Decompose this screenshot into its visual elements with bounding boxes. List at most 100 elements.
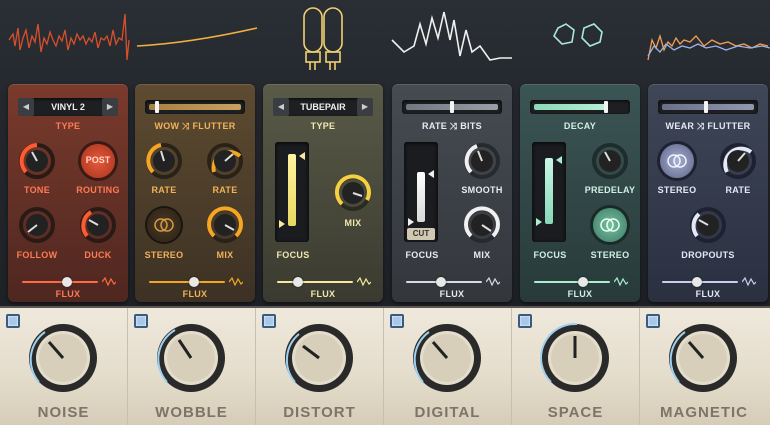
noise-type-value: VINYL 2 (51, 102, 85, 112)
digital-panel: RATE ⤨ BITS CUT FOCUS SMOOTH MIX FLUX (392, 84, 512, 302)
module-name: DIGITAL (414, 404, 481, 421)
space-amount-knob[interactable] (539, 322, 611, 394)
space-stereo-button[interactable] (593, 208, 627, 242)
distort-flux-label: FLUX (310, 289, 336, 299)
digital-focus-slider[interactable]: CUT (404, 142, 438, 242)
magnetic-panel: WEAR ⤨ FLUTTER STEREO RATE DROPOUTS FLUX (648, 84, 768, 302)
wobble-mix-label: MIX (216, 250, 234, 260)
wow-flutter-slider[interactable] (145, 100, 245, 114)
wobble-amount-knob[interactable] (155, 322, 227, 394)
dropouts-label: DROPOUTS (681, 250, 735, 260)
distort-enable-toggle[interactable] (262, 314, 276, 328)
module-magnetic: MAGNETIC (640, 308, 768, 425)
flutter-label: FLUTTER (192, 121, 236, 131)
wobble-flux-slider[interactable] (149, 277, 243, 287)
wobble-stereo-label: STEREO (144, 250, 184, 260)
magnetic-flux-slider[interactable] (662, 277, 756, 287)
module-name: MAGNETIC (660, 404, 748, 421)
decay-label: DECAY (563, 121, 597, 131)
digital-flux-label: FLUX (439, 289, 465, 299)
noise-flux-slider[interactable] (22, 277, 116, 287)
space-focus-slider[interactable] (532, 142, 566, 242)
wave-icon (357, 277, 371, 287)
digital-mix-knob[interactable] (463, 206, 501, 244)
wobble-mix-knob[interactable] (206, 206, 244, 244)
module-name: SPACE (547, 404, 604, 421)
cut-button[interactable]: CUT (407, 228, 435, 240)
rate-label: RATE (422, 121, 448, 131)
stereo-icon (667, 154, 687, 168)
crossfade-icon: ⤨ (697, 121, 705, 131)
module-name: WOBBLE (155, 404, 228, 421)
space-visualizer (553, 23, 603, 47)
module-digital: DIGITAL (384, 308, 512, 425)
rate-bits-slider[interactable] (402, 100, 502, 114)
wow-label: WOW (154, 121, 180, 131)
next-arrow-icon[interactable]: ▶ (357, 98, 373, 116)
module-noise: NOISE (0, 308, 128, 425)
duck-knob[interactable] (79, 206, 117, 244)
flutter-rate-knob[interactable] (206, 142, 244, 180)
magnetic-rate-knob[interactable] (719, 142, 757, 180)
smooth-knob[interactable] (463, 142, 501, 180)
space-flux-slider[interactable] (534, 277, 628, 287)
wobble-enable-toggle[interactable] (134, 314, 148, 328)
flutter-label: FLUTTER (707, 121, 751, 131)
magnetic-visualizer (647, 33, 770, 61)
wobble-stereo-button[interactable] (147, 208, 181, 242)
prev-arrow-icon[interactable]: ◀ (273, 98, 289, 116)
wear-label: WEAR (665, 121, 695, 131)
wobble-visualizer (136, 27, 258, 47)
magnetic-enable-toggle[interactable] (646, 314, 660, 328)
wow-flutter-label: WOW ⤨ FLUTTER (135, 121, 255, 132)
space-focus-label: FOCUS (533, 250, 567, 260)
bits-label: BITS (460, 121, 482, 131)
module-wobble: WOBBLE (128, 308, 256, 425)
distort-panel: ◀ TUBEPAIR ▶ TYPE FOCUS MIX FLUX (263, 84, 383, 302)
flutter-rate-label: RATE (212, 185, 238, 195)
next-arrow-icon[interactable]: ▶ (102, 98, 118, 116)
predelay-knob[interactable] (591, 142, 629, 180)
space-panel: DECAY FOCUS PREDELAY STEREO FLUX (520, 84, 640, 302)
duck-label: DUCK (84, 250, 112, 260)
distort-focus-slider[interactable] (275, 142, 309, 242)
distort-flux-slider[interactable] (277, 277, 371, 287)
follow-knob[interactable] (18, 206, 56, 244)
space-stereo-label: STEREO (590, 250, 630, 260)
distort-mix-knob[interactable] (334, 174, 372, 212)
noise-amount-knob[interactable] (27, 322, 99, 394)
distort-type-selector[interactable]: ◀ TUBEPAIR ▶ (273, 98, 373, 116)
digital-visualizer (391, 11, 512, 61)
wear-flutter-slider[interactable] (658, 100, 758, 114)
wobble-panel: WOW ⤨ FLUTTER RATE RATE STEREO MIX FLUX (135, 84, 255, 302)
magnetic-stereo-button[interactable] (660, 144, 694, 178)
magnetic-stereo-label: STEREO (657, 185, 697, 195)
wow-rate-knob[interactable] (145, 142, 183, 180)
module-name: NOISE (37, 404, 90, 421)
noise-type-selector[interactable]: ◀ VINYL 2 ▶ (18, 98, 118, 116)
wave-icon (486, 277, 500, 287)
wave-icon (614, 277, 628, 287)
wow-rate-label: RATE (151, 185, 177, 195)
space-flux-label: FLUX (567, 289, 593, 299)
module-distort: DISTORT (256, 308, 384, 425)
smooth-label: SMOOTH (461, 185, 503, 195)
tone-knob[interactable] (18, 142, 56, 180)
magnetic-amount-knob[interactable] (667, 322, 739, 394)
prev-arrow-icon[interactable]: ◀ (18, 98, 34, 116)
distort-focus-label: FOCUS (276, 250, 310, 260)
noise-enable-toggle[interactable] (6, 314, 20, 328)
digital-enable-toggle[interactable] (390, 314, 404, 328)
digital-flux-slider[interactable] (406, 277, 500, 287)
wave-icon (229, 277, 243, 287)
plugin-window: ◀ VINYL 2 ▶ TYPE TONE POST ROUTING FOLLO… (0, 0, 770, 425)
distort-amount-knob[interactable] (283, 322, 355, 394)
space-enable-toggle[interactable] (518, 314, 532, 328)
routing-button[interactable]: POST (81, 144, 115, 178)
dropouts-knob[interactable] (689, 206, 727, 244)
digital-amount-knob[interactable] (411, 322, 483, 394)
follow-label: FOLLOW (16, 250, 58, 260)
wobble-flux-label: FLUX (182, 289, 208, 299)
distort-type-value: TUBEPAIR (300, 102, 346, 112)
decay-slider[interactable] (530, 100, 630, 114)
